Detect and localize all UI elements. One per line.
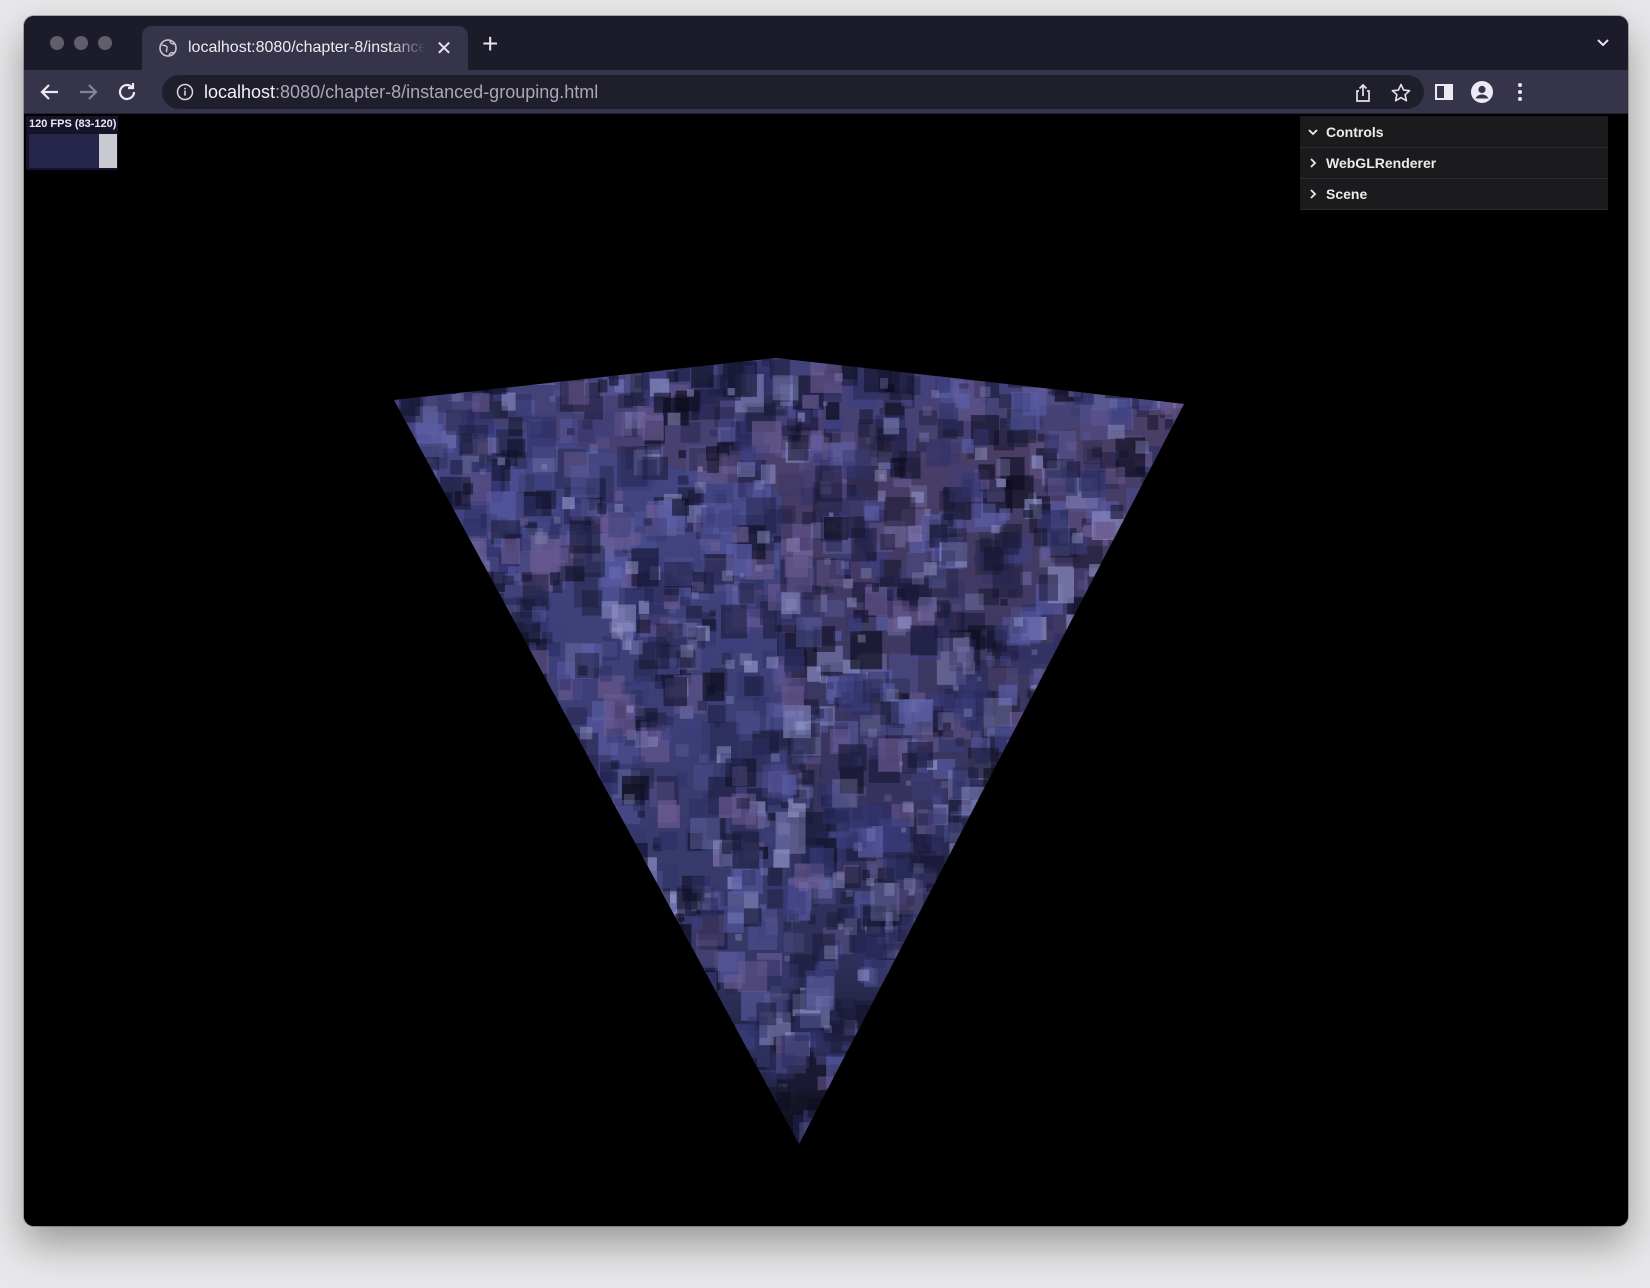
minimize-window-button[interactable] bbox=[74, 36, 88, 50]
url-host: localhost bbox=[204, 81, 276, 102]
site-info-icon[interactable] bbox=[176, 83, 194, 101]
browser-toolbar: localhost:8080/chapter-8/instanced-group… bbox=[24, 70, 1628, 114]
bookmark-star-icon[interactable] bbox=[1390, 82, 1412, 104]
gui-panel: Controls WebGLRenderer Scene bbox=[1300, 116, 1608, 210]
stats-panel[interactable]: 120 FPS (83-120) bbox=[26, 116, 118, 170]
tab-active[interactable]: localhost:8080/chapter-8/instanced-group… bbox=[142, 26, 468, 70]
webgl-canvas[interactable]: 120 FPS (83-120) Controls WebGLRenderer bbox=[24, 114, 1628, 1226]
browser-window: localhost:8080/chapter-8/instanced-group… bbox=[24, 16, 1628, 1226]
chevron-down-icon[interactable] bbox=[1594, 34, 1612, 52]
chevron-down-icon bbox=[1308, 128, 1318, 135]
gui-folder-label: Scene bbox=[1326, 186, 1368, 202]
instanced-cube-render bbox=[394, 358, 1184, 1144]
globe-icon bbox=[159, 39, 177, 57]
close-tab-icon[interactable]: ✕ bbox=[434, 36, 454, 61]
gui-folder-label: WebGLRenderer bbox=[1326, 155, 1437, 171]
profile-avatar-icon[interactable] bbox=[1470, 80, 1494, 104]
new-tab-button[interactable]: + bbox=[482, 30, 498, 58]
url-path: :8080/chapter-8/instanced-grouping.html bbox=[275, 81, 599, 102]
tab-strip: localhost:8080/chapter-8/instanced-group… bbox=[24, 16, 1628, 70]
url-text: localhost:8080/chapter-8/instanced-group… bbox=[204, 82, 598, 103]
forward-arrow-icon[interactable] bbox=[76, 80, 100, 104]
zoom-window-button[interactable] bbox=[98, 36, 112, 50]
chevron-right-icon bbox=[1310, 189, 1317, 199]
gui-folder-webglrenderer[interactable]: WebGLRenderer bbox=[1300, 148, 1608, 179]
back-arrow-icon[interactable] bbox=[38, 80, 62, 104]
chevron-right-icon bbox=[1310, 158, 1317, 168]
reload-icon[interactable] bbox=[115, 80, 139, 104]
fps-graph-bar bbox=[99, 134, 117, 168]
gui-controls-title[interactable]: Controls bbox=[1300, 116, 1608, 148]
cube-voxels bbox=[394, 358, 1184, 1144]
share-icon[interactable] bbox=[1352, 82, 1374, 104]
gui-folder-scene[interactable]: Scene bbox=[1300, 179, 1608, 210]
close-window-button[interactable] bbox=[50, 36, 64, 50]
more-menu-icon[interactable] bbox=[1508, 80, 1532, 104]
gui-title-label: Controls bbox=[1326, 123, 1384, 140]
tab-title: localhost:8080/chapter-8/instanced-group… bbox=[188, 39, 426, 56]
fps-graph bbox=[29, 134, 117, 168]
fps-label: 120 FPS (83-120) bbox=[29, 118, 117, 130]
side-panel-icon[interactable] bbox=[1432, 80, 1456, 104]
address-bar[interactable]: localhost:8080/chapter-8/instanced-group… bbox=[162, 75, 1424, 109]
